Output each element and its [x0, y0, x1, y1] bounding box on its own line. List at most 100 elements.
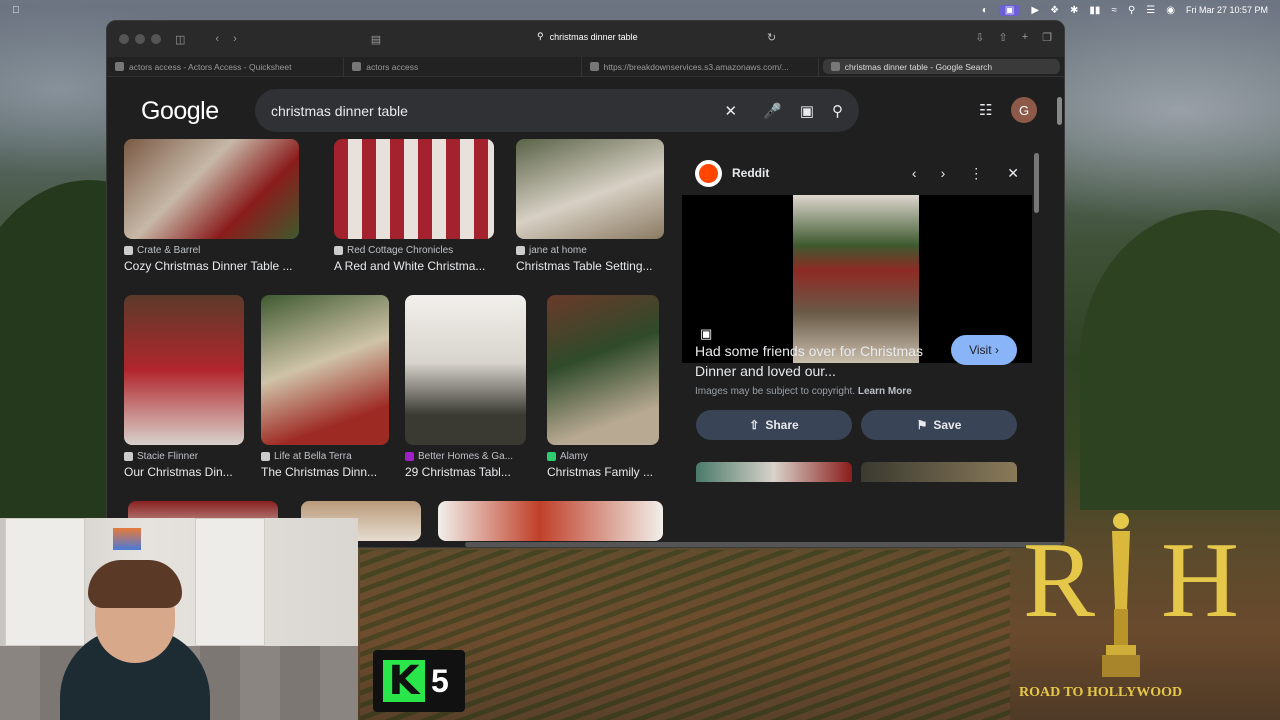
preview-title[interactable]: Had some friends over for Christmas Dinn… [695, 341, 935, 381]
tab-overview-icon[interactable]: ▤ [371, 33, 381, 46]
result-thumbnail[interactable] [124, 295, 244, 445]
result-source[interactable]: Alamy [560, 451, 588, 462]
google-logo[interactable]: Google [141, 97, 219, 126]
result-thumbnail[interactable] [261, 295, 389, 445]
preview-image[interactable] [793, 195, 919, 363]
extension-icon[interactable]: ❖ [1050, 5, 1059, 16]
save-button[interactable]: ⚑ Save [861, 410, 1017, 440]
result-source[interactable]: Stacie Flinner [137, 451, 198, 462]
battery-icon[interactable]: ▮▮ [1089, 5, 1100, 16]
next-icon[interactable]: › [941, 165, 946, 182]
rth-tagline: ROAD TO HOLLYWOOD [1019, 685, 1183, 700]
previous-icon[interactable]: ‹ [912, 165, 917, 182]
tab-label: actors access [366, 61, 419, 72]
apps-grid-icon[interactable]: ☷ [979, 101, 992, 119]
close-icon[interactable]: ✕ [1007, 165, 1019, 182]
clear-icon[interactable]: ✕ [725, 102, 738, 120]
visit-button[interactable]: Visit › [951, 335, 1017, 365]
result-thumbnail[interactable] [405, 295, 526, 445]
new-tab-icon[interactable]: + [1022, 31, 1028, 44]
panel-site-name[interactable]: Reddit [732, 166, 902, 180]
tab-label: christmas dinner table - Google Search [844, 61, 993, 72]
google-lens-icon[interactable]: ▣ [700, 326, 712, 342]
play-icon[interactable]: ▶ [1031, 5, 1039, 16]
result-card[interactable]: Crate & Barrel Cozy Christmas Dinner Tab… [124, 139, 299, 273]
result-title[interactable]: A Red and White Christma... [334, 259, 494, 273]
related-image[interactable] [861, 462, 1017, 482]
menubar-datetime[interactable]: Fri Mar 27 10:57 PM [1186, 5, 1268, 15]
result-source[interactable]: Life at Bella Terra [274, 451, 352, 462]
control-center-icon[interactable]: ☰ [1146, 5, 1155, 16]
sidebar-icon[interactable]: ◫ [175, 33, 185, 46]
browser-toolbar: ◫ ‹ › ▤ ⚲ christmas dinner table ↻ ⇩ ⇧ +… [107, 21, 1064, 57]
reload-icon[interactable]: ↻ [767, 31, 776, 44]
result-card[interactable]: Better Homes & Ga... 29 Christmas Tabl..… [405, 295, 526, 479]
status-icon[interactable]: ◐ [982, 5, 988, 16]
siri-icon[interactable]: ◉ [1166, 5, 1175, 16]
page-scrollbar[interactable] [1057, 97, 1062, 125]
mic-icon[interactable]: 🎤 [763, 102, 782, 120]
tab-google-search[interactable]: christmas dinner table - Google Search [822, 59, 1060, 74]
result-source[interactable]: Better Homes & Ga... [418, 451, 513, 462]
share-icon: ⇧ [749, 418, 760, 432]
screen-record-icon[interactable]: ▣ [998, 4, 1021, 16]
result-title[interactable]: Cozy Christmas Dinner Table ... [124, 259, 299, 273]
more-options-icon[interactable]: ⋮ [969, 165, 983, 182]
zoom-window-button[interactable] [151, 34, 161, 44]
result-title[interactable]: 29 Christmas Tabl... [405, 465, 526, 479]
road-to-hollywood-logo: RH ROAD TO HOLLYWOOD [1015, 505, 1239, 720]
tab-breakdown[interactable]: https://breakdownservices.s3.amazonaws.c… [582, 57, 819, 76]
tab-actors-access[interactable]: actors access [344, 57, 582, 76]
result-thumbnail[interactable] [124, 139, 299, 239]
result-card[interactable]: Alamy Christmas Family ... [547, 295, 659, 479]
avatar[interactable]: G [1011, 97, 1037, 123]
k5-logo: K 5 [373, 650, 465, 712]
wifi-icon[interactable]: ≈ [1111, 5, 1117, 16]
search-box[interactable]: christmas dinner table ✕ 🎤 ▣ ⚲ [255, 89, 859, 132]
share-button[interactable]: ⇧ Share [696, 410, 852, 440]
source-favicon-icon [547, 452, 556, 461]
learn-more-link[interactable]: Learn More [858, 386, 912, 397]
result-card[interactable]: Life at Bella Terra The Christmas Dinn..… [261, 295, 389, 479]
result-source[interactable]: Red Cottage Chronicles [347, 245, 453, 256]
tabs-icon[interactable]: ❐ [1042, 31, 1052, 44]
source-favicon-icon [124, 246, 133, 255]
share-icon[interactable]: ⇧ [998, 31, 1007, 44]
horizontal-scrollbar[interactable] [465, 542, 1064, 547]
search-icon: ⚲ [537, 31, 544, 41]
favicon-icon [115, 62, 124, 71]
bluetooth-icon[interactable]: ✱ [1070, 5, 1078, 16]
lens-icon[interactable]: ▣ [800, 102, 814, 120]
apple-icon[interactable]:  [12, 5, 20, 16]
result-card[interactable]: Red Cottage Chronicles A Red and White C… [334, 139, 494, 273]
tab-quicksheet[interactable]: actors access - Actors Access - Quickshe… [107, 57, 345, 76]
source-favicon-icon [516, 246, 525, 255]
forward-icon[interactable]: › [233, 33, 237, 45]
result-thumbnail[interactable] [334, 139, 494, 239]
download-icon[interactable]: ⇩ [975, 31, 984, 44]
search-input[interactable]: christmas dinner table [271, 103, 725, 119]
result-title[interactable]: Christmas Family ... [547, 465, 659, 479]
search-icon[interactable]: ⚲ [832, 102, 843, 120]
webcam-overlay [0, 518, 358, 720]
result-card[interactable]: jane at home Christmas Table Setting... [516, 139, 664, 273]
result-source[interactable]: jane at home [529, 245, 587, 256]
result-title[interactable]: The Christmas Dinn... [261, 465, 389, 479]
result-thumbnail[interactable] [547, 295, 659, 445]
google-page: Google christmas dinner table ✕ 🎤 ▣ ⚲ ☷ … [107, 77, 1064, 547]
favicon-icon [352, 62, 362, 71]
back-icon[interactable]: ‹ [215, 33, 219, 45]
source-favicon-icon [405, 452, 414, 461]
related-image[interactable] [696, 462, 852, 482]
result-title[interactable]: Our Christmas Din... [124, 465, 244, 479]
result-card[interactable]: Stacie Flinner Our Christmas Din... [124, 295, 244, 479]
result-source[interactable]: Crate & Barrel [137, 245, 200, 256]
result-thumbnail[interactable] [438, 501, 663, 541]
search-icon[interactable]: ⚲ [1128, 5, 1135, 16]
close-window-button[interactable] [119, 34, 129, 44]
result-thumbnail[interactable] [516, 139, 664, 239]
panel-scrollbar[interactable] [1034, 153, 1039, 213]
address-bar[interactable]: ⚲ christmas dinner table [537, 31, 638, 42]
result-title[interactable]: Christmas Table Setting... [516, 259, 664, 273]
minimize-window-button[interactable] [135, 34, 145, 44]
